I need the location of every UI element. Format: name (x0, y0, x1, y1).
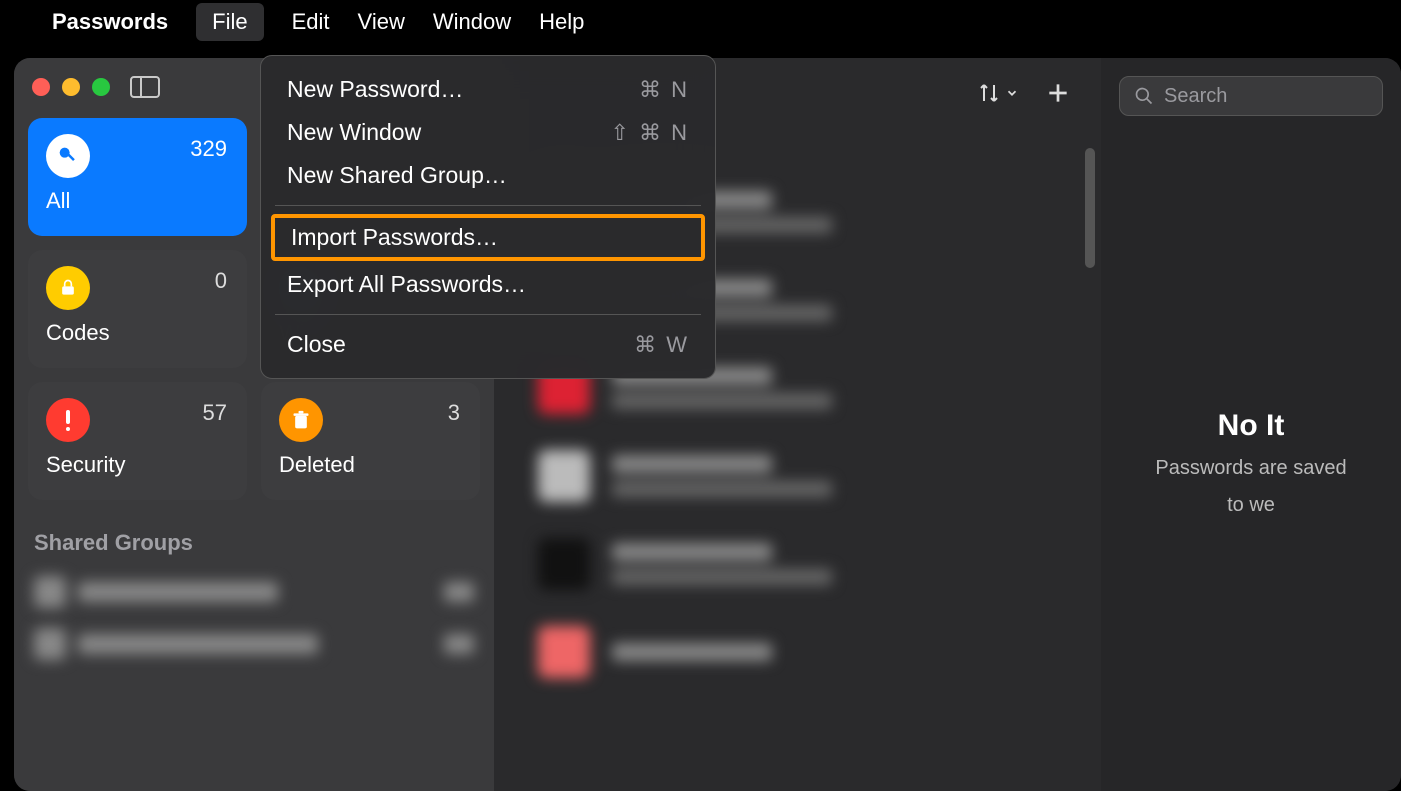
search-placeholder: Search (1164, 85, 1227, 108)
card-codes-label: Codes (46, 320, 229, 346)
menu-separator (275, 314, 701, 315)
detail-pane: Search No It Passwords are saved to we (1101, 58, 1401, 791)
search-icon (1134, 86, 1154, 106)
search-input[interactable]: Search (1119, 76, 1383, 116)
empty-sub-2: to we (1227, 494, 1275, 517)
shared-groups-list (28, 566, 480, 670)
zoom-window-button[interactable] (92, 78, 110, 96)
menu-edit[interactable]: Edit (292, 9, 330, 35)
menu-import-passwords[interactable]: Import Passwords… (271, 214, 705, 261)
add-button[interactable] (1045, 80, 1071, 106)
trash-icon (279, 398, 323, 442)
card-deleted[interactable]: 3 Deleted (261, 382, 480, 500)
shared-groups-header: Shared Groups (28, 530, 480, 556)
empty-state: No It Passwords are saved to we (1101, 134, 1401, 791)
card-security-count: 57 (203, 400, 227, 426)
minimize-window-button[interactable] (62, 78, 80, 96)
file-menu-dropdown: New Password…⌘ N New Window⇧ ⌘ N New Sha… (260, 55, 716, 379)
toggle-sidebar-icon[interactable] (130, 76, 160, 98)
menu-new-shared-group[interactable]: New Shared Group… (261, 154, 715, 197)
card-security[interactable]: 57 Security (28, 382, 247, 500)
password-item[interactable] (538, 608, 1101, 696)
menubar: Passwords File Edit View Window Help (0, 0, 1401, 44)
password-item[interactable] (538, 520, 1101, 608)
shared-group-item[interactable] (28, 618, 480, 670)
menu-export-passwords[interactable]: Export All Passwords… (261, 263, 715, 306)
card-deleted-count: 3 (448, 400, 460, 426)
card-security-label: Security (46, 452, 229, 478)
menu-new-password[interactable]: New Password…⌘ N (261, 68, 715, 111)
card-deleted-label: Deleted (279, 452, 462, 478)
warning-icon (46, 398, 90, 442)
key-icon (46, 134, 90, 178)
sort-button[interactable] (977, 81, 1019, 105)
card-all-count: 329 (190, 136, 227, 162)
password-item[interactable] (538, 432, 1101, 520)
empty-sub-1: Passwords are saved (1155, 457, 1346, 480)
menu-separator (275, 205, 701, 206)
menu-close[interactable]: Close⌘ W (261, 323, 715, 366)
empty-heading: No It (1218, 409, 1285, 443)
menu-new-window[interactable]: New Window⇧ ⌘ N (261, 111, 715, 154)
menu-file[interactable]: File (196, 3, 263, 41)
lock-icon (46, 266, 90, 310)
shared-group-item[interactable] (28, 566, 480, 618)
card-all[interactable]: 329 All (28, 118, 247, 236)
card-all-label: All (46, 188, 229, 214)
menu-help[interactable]: Help (539, 9, 584, 35)
menu-view[interactable]: View (358, 9, 405, 35)
card-codes[interactable]: 0 Codes (28, 250, 247, 368)
card-codes-count: 0 (215, 268, 227, 294)
app-name[interactable]: Passwords (52, 9, 168, 35)
close-window-button[interactable] (32, 78, 50, 96)
menu-window[interactable]: Window (433, 9, 511, 35)
traffic-lights (32, 78, 110, 96)
